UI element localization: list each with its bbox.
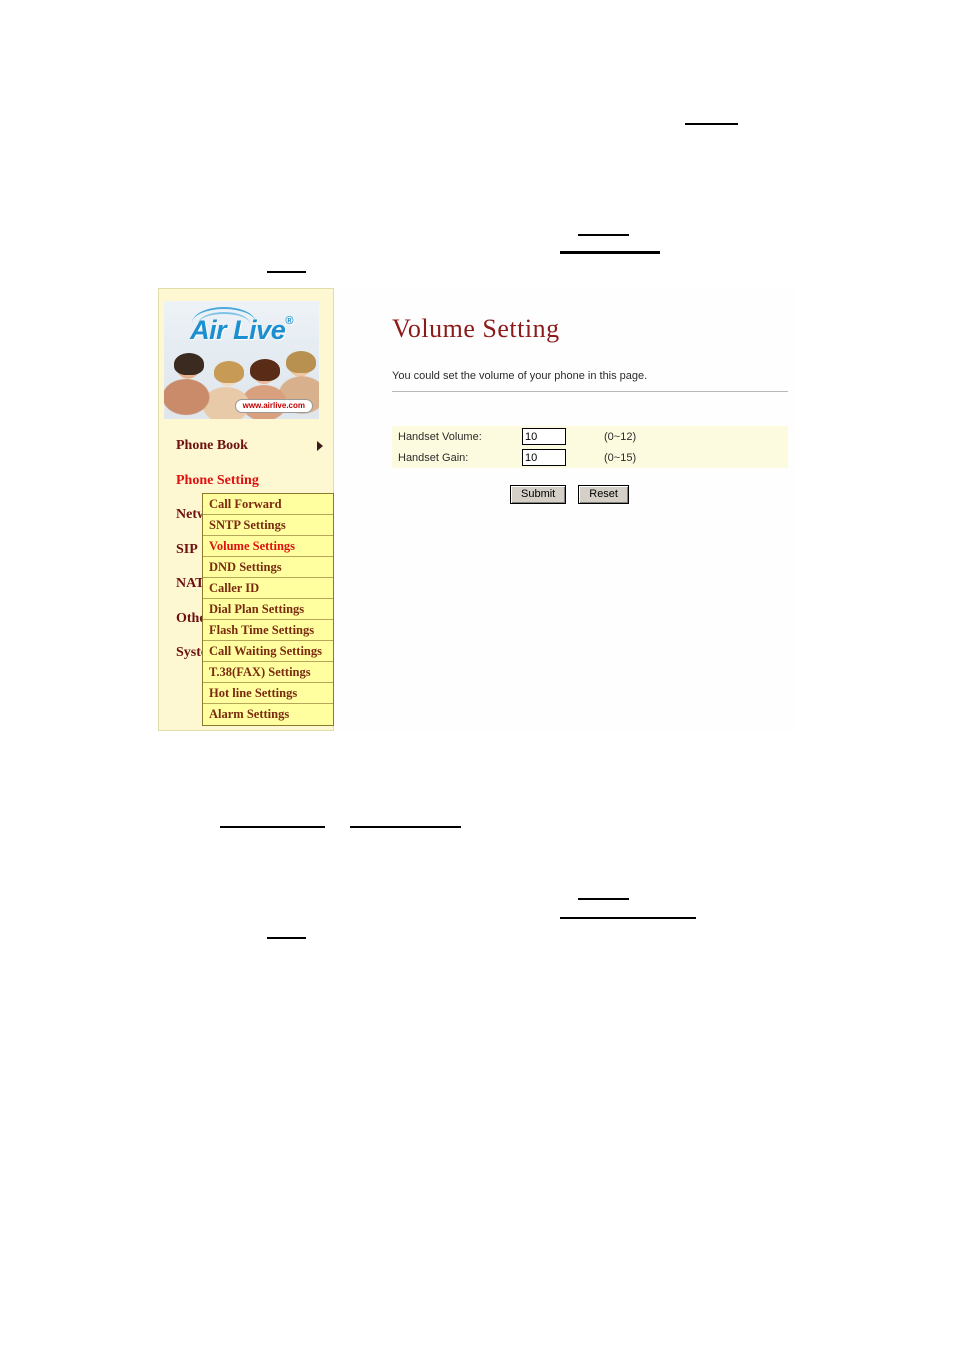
submenu-item-flash-time-settings[interactable]: Flash Time Settings <box>203 620 333 641</box>
redaction-line <box>267 937 306 939</box>
submenu-item-volume-settings[interactable]: Volume Settings <box>203 536 333 557</box>
logo-brand-text: Air Live <box>190 315 286 345</box>
redaction-line <box>578 898 629 900</box>
submit-button[interactable]: Submit <box>510 485 567 504</box>
volume-settings-form: Handset Volume: (0~12) Handset Gain: (0~15) <box>392 426 788 468</box>
field-label: Handset Gain: <box>392 447 516 468</box>
redaction-line <box>560 251 660 254</box>
redaction-line <box>685 123 738 125</box>
field-range-hint: (0~12) <box>598 426 788 447</box>
device-web-ui-screenshot: Air Live® www.airlive.com Phone Book Phon… <box>158 288 796 731</box>
chevron-right-icon <box>317 441 323 451</box>
field-input-cell <box>516 426 598 447</box>
logo-hair-3 <box>250 359 280 381</box>
logo-hair-1 <box>174 353 204 375</box>
redaction-line <box>578 234 629 236</box>
form-buttons: Submit Reset <box>510 485 629 504</box>
page-description: You could set the volume of your phone i… <box>392 370 648 382</box>
submenu-item-dnd-settings[interactable]: DND Settings <box>203 557 333 578</box>
field-input-cell <box>516 447 598 468</box>
submenu-item-alarm-settings[interactable]: Alarm Settings <box>203 704 333 725</box>
logo-url-badge: www.airlive.com <box>234 399 313 413</box>
sidebar-item-phone-book[interactable]: Phone Book <box>159 429 335 464</box>
field-label: Handset Volume: <box>392 426 516 447</box>
form-row: Handset Gain: (0~15) <box>392 447 788 468</box>
submenu-item-call-waiting-settings[interactable]: Call Waiting Settings <box>203 641 333 662</box>
submenu-item-dial-plan-settings[interactable]: Dial Plan Settings <box>203 599 333 620</box>
logo-registered-mark: ® <box>285 315 293 327</box>
sidebar-item-label: Phone Book <box>176 438 248 453</box>
logo-hair-4 <box>286 351 316 373</box>
sidebar-item-label: Phone Setting <box>176 472 259 488</box>
submenu-item-hot-line-settings[interactable]: Hot line Settings <box>203 683 333 704</box>
handset-volume-input[interactable] <box>522 428 566 445</box>
field-range-hint: (0~15) <box>598 447 788 468</box>
reset-button[interactable]: Reset <box>578 485 629 504</box>
submenu-item-t-38-fax-settings[interactable]: T.38(FAX) Settings <box>203 662 333 683</box>
redaction-line <box>267 271 306 273</box>
redaction-line <box>220 826 325 828</box>
submenu-item-sntp-settings[interactable]: SNTP Settings <box>203 515 333 536</box>
redaction-line <box>560 917 696 919</box>
sidebar-item-label: NAT <box>176 576 205 591</box>
main-content: Volume Setting You could set the volume … <box>334 288 796 731</box>
logo-hair-2 <box>214 361 244 383</box>
submenu-item-call-forward[interactable]: Call Forward <box>203 494 333 515</box>
submenu-item-caller-id[interactable]: Caller ID <box>203 578 333 599</box>
logo-wordmark: Air Live® <box>164 315 319 346</box>
page-title: Volume Setting <box>392 314 560 343</box>
form-row: Handset Volume: (0~12) <box>392 426 788 447</box>
phone-setting-submenu[interactable]: Call Forward SNTP Settings Volume Settings… <box>202 493 334 726</box>
brand-logo: Air Live® www.airlive.com <box>164 301 319 419</box>
handset-gain-input[interactable] <box>522 449 566 466</box>
title-divider <box>392 391 788 392</box>
redaction-line <box>350 826 461 828</box>
sidebar-item-label: SIP <box>176 541 198 557</box>
